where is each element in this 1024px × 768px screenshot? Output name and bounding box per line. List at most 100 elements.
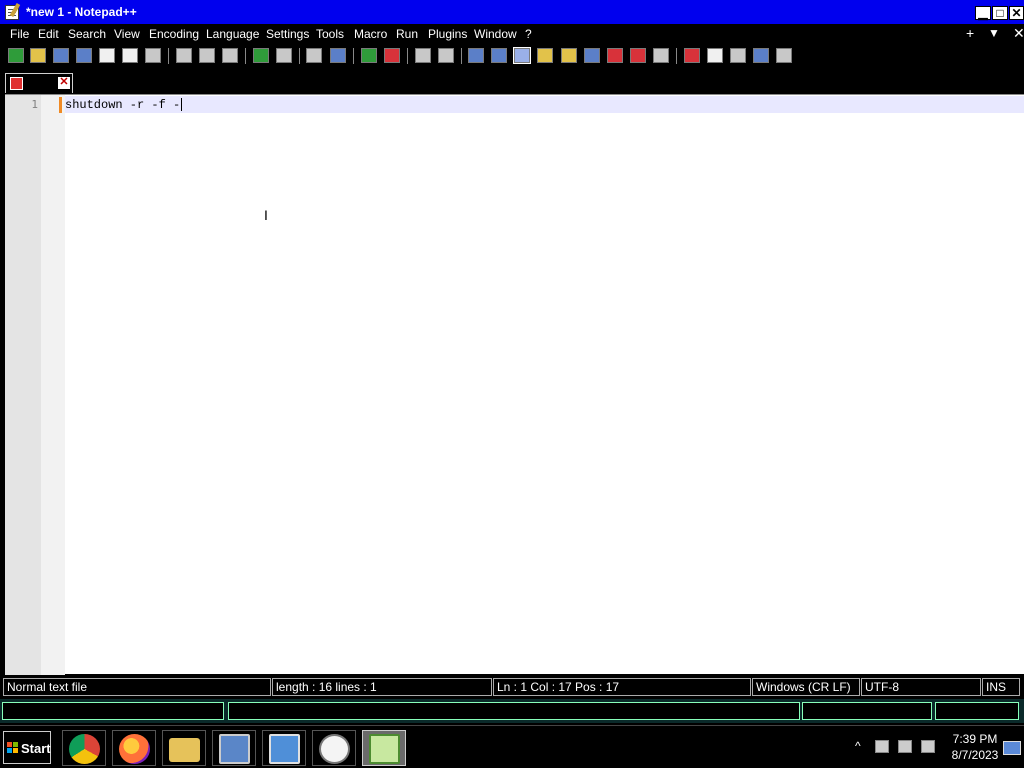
menu-encoding[interactable]: Encoding xyxy=(149,27,199,41)
status-length-lines: length : 16 lines : 1 xyxy=(272,678,492,696)
line-number-margin[interactable]: 1 xyxy=(5,95,41,675)
menu-file[interactable]: File xyxy=(10,27,29,41)
sync-vertical-icon[interactable] xyxy=(415,48,431,63)
save-all-icon[interactable] xyxy=(76,48,92,63)
indent-guide-icon[interactable] xyxy=(513,47,531,64)
minimize-button[interactable]: ▁ xyxy=(975,6,991,20)
taskbar-file-explorer[interactable] xyxy=(162,730,206,766)
find-icon[interactable] xyxy=(306,48,322,63)
start-button[interactable]: Start xyxy=(3,731,51,764)
toolbar-separator xyxy=(461,48,462,64)
action-center-flag-icon[interactable] xyxy=(875,740,889,753)
text-caret xyxy=(181,98,183,112)
clock-date[interactable]: 8/7/2023 xyxy=(948,748,1002,762)
status-position: Ln : 1 Col : 17 Pos : 17 xyxy=(493,678,751,696)
status-encoding[interactable]: UTF-8 xyxy=(861,678,981,696)
system-tray: ^ 7:39 PM 8/7/2023 xyxy=(850,726,1024,768)
stop-recording-icon[interactable] xyxy=(707,48,723,63)
fold-margin[interactable] xyxy=(41,95,65,675)
new-tab-button[interactable]: + xyxy=(966,25,974,41)
toolbar xyxy=(0,43,1024,69)
network-icon[interactable] xyxy=(898,740,912,753)
lower-panel-box xyxy=(802,702,932,720)
open-file-icon[interactable] xyxy=(30,48,46,63)
paste-icon[interactable] xyxy=(222,48,238,63)
document-map-icon[interactable] xyxy=(561,48,577,63)
replace-icon[interactable] xyxy=(330,48,346,63)
run-macro-multiple-icon[interactable] xyxy=(753,48,769,63)
menu-plugins[interactable]: Plugins xyxy=(428,27,467,41)
taskbar-notepad-plus-plus[interactable] xyxy=(362,730,406,766)
clock-icon xyxy=(319,734,350,764)
title-bar[interactable]: *new 1 - Notepad++ ▁ □ ✕ xyxy=(0,0,1024,24)
menu-search[interactable]: Search xyxy=(68,27,106,41)
save-icon[interactable] xyxy=(53,48,69,63)
word-wrap-icon[interactable] xyxy=(468,48,484,63)
notepad-plus-plus-icon xyxy=(369,734,400,764)
taskbar-chrome[interactable] xyxy=(62,730,106,766)
menu-settings[interactable]: Settings xyxy=(266,27,309,41)
unsaved-document-icon xyxy=(10,77,23,90)
lower-panel-box xyxy=(935,702,1019,720)
menu-language[interactable]: Language xyxy=(206,27,259,41)
redo-icon[interactable] xyxy=(276,48,292,63)
close-all-icon[interactable] xyxy=(122,48,138,63)
playback-macro-icon[interactable] xyxy=(730,48,746,63)
tab-list-button[interactable]: ▼ xyxy=(988,26,1000,40)
volume-muted-icon[interactable] xyxy=(921,740,935,753)
menu-window[interactable]: Window xyxy=(474,27,517,41)
new-file-icon[interactable] xyxy=(8,48,24,63)
folder-as-workspace-icon[interactable] xyxy=(630,48,646,63)
menu-bar: File Edit Search View Encoding Language … xyxy=(0,24,1024,43)
tab-close-button[interactable]: ✕ xyxy=(58,77,70,89)
function-list-icon[interactable] xyxy=(607,48,623,63)
monitoring-icon[interactable] xyxy=(653,48,669,63)
toolbar-separator xyxy=(407,48,408,64)
status-file-type: Normal text file xyxy=(3,678,271,696)
copy-icon[interactable] xyxy=(199,48,215,63)
toolbar-separator xyxy=(168,48,169,64)
menu-help[interactable]: ? xyxy=(525,27,532,41)
show-all-characters-icon[interactable] xyxy=(491,48,507,63)
taskbar-control-panel[interactable] xyxy=(262,730,306,766)
print-icon[interactable] xyxy=(145,48,161,63)
status-insert-mode[interactable]: INS xyxy=(982,678,1020,696)
menu-view[interactable]: View xyxy=(114,27,140,41)
cut-icon[interactable] xyxy=(176,48,192,63)
undo-icon[interactable] xyxy=(253,48,269,63)
document-list-icon[interactable] xyxy=(584,48,600,63)
menu-tools[interactable]: Tools xyxy=(316,27,344,41)
toolbar-separator xyxy=(676,48,677,64)
taskbar-remote-desktop[interactable] xyxy=(212,730,256,766)
code-line[interactable]: shutdown -r -f - xyxy=(65,98,183,112)
sync-horizontal-icon[interactable] xyxy=(438,48,454,63)
zoom-in-icon[interactable] xyxy=(361,48,377,63)
record-macro-icon[interactable] xyxy=(684,48,700,63)
notepad-plus-plus-icon[interactable] xyxy=(5,5,19,20)
show-hidden-icons-button[interactable]: ^ xyxy=(855,739,861,753)
lower-panel-box xyxy=(228,702,800,720)
taskbar-firefox[interactable] xyxy=(112,730,156,766)
taskbar: Start ^ 7:39 PM 8/7/2023 xyxy=(0,725,1024,768)
taskbar-clock[interactable] xyxy=(312,730,356,766)
menu-macro[interactable]: Macro xyxy=(354,27,387,41)
change-history-marker xyxy=(59,97,62,113)
current-line-highlight xyxy=(65,96,1024,113)
menu-edit[interactable]: Edit xyxy=(38,27,59,41)
tab-bar: ✕ xyxy=(0,69,1024,94)
control-panel-icon xyxy=(269,734,300,764)
clock-time[interactable]: 7:39 PM xyxy=(950,732,1000,746)
show-desktop-icon[interactable] xyxy=(1003,741,1021,755)
menu-run[interactable]: Run xyxy=(396,27,418,41)
zoom-out-icon[interactable] xyxy=(384,48,400,63)
toolbar-separator xyxy=(299,48,300,64)
editor-area[interactable]: 1 shutdown -r -f - I xyxy=(5,94,1024,675)
close-window-button[interactable]: ✕ xyxy=(1009,6,1024,20)
tab-new-1[interactable]: ✕ xyxy=(5,73,73,93)
maximize-button[interactable]: □ xyxy=(992,6,1008,20)
close-document-button[interactable]: ✕ xyxy=(1013,25,1024,42)
close-icon[interactable] xyxy=(99,48,115,63)
save-macro-icon[interactable] xyxy=(776,48,792,63)
user-defined-language-icon[interactable] xyxy=(537,48,553,63)
status-eol[interactable]: Windows (CR LF) xyxy=(752,678,860,696)
